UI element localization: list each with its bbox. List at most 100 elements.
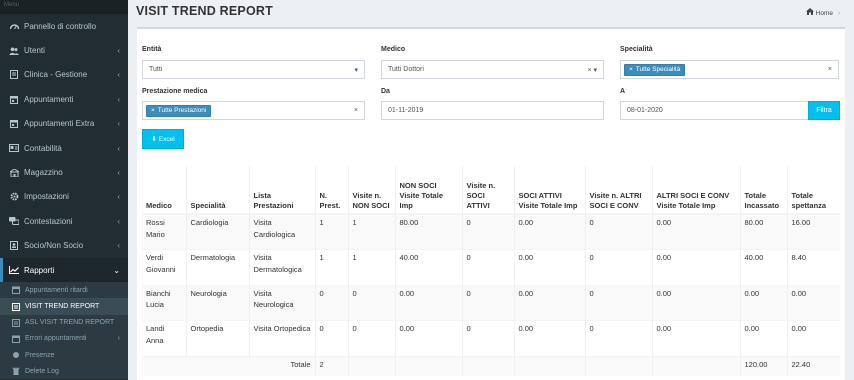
column-header[interactable]: Medico xyxy=(142,166,186,215)
calendar-icon xyxy=(8,95,20,104)
chevron-left-icon: ‹ xyxy=(117,70,120,80)
gear-icon xyxy=(8,192,20,201)
remove-tag-icon[interactable]: × xyxy=(629,66,633,73)
table-row: Rossi Mario Cardiologia Visita Cardiolog… xyxy=(142,213,840,250)
table-cell: 0 xyxy=(584,249,652,285)
filtra-button[interactable]: Filtra xyxy=(808,101,840,120)
column-header[interactable]: SOCI ATTIVI Visite Totale Imp xyxy=(513,166,585,215)
sidebar-item-socio[interactable]: Socio/Non Socio ‹ xyxy=(0,234,128,258)
specialita-multiselect[interactable]: × Tutte Specialità × xyxy=(620,60,839,79)
specialita-tag[interactable]: × Tutte Specialità xyxy=(624,63,686,76)
sidebar-item-magazzino[interactable]: Magazzino ‹ xyxy=(0,160,128,184)
table-cell: 0 xyxy=(461,320,514,356)
breadcrumb-home-label: Home xyxy=(815,10,834,17)
report-icon xyxy=(10,318,22,327)
sidebar-subitem-ritardi[interactable]: Appuntamenti ritardi xyxy=(0,282,128,298)
excel-button[interactable]: ⬇ Excel xyxy=(142,129,184,149)
sidebar-item-label: Contabilità xyxy=(24,143,62,153)
chat-icon xyxy=(8,217,20,226)
calendar-icon xyxy=(8,119,20,129)
table-row: Landi Anna Ortopedia Visita Ortopedica 0… xyxy=(142,320,840,356)
footer-total-prest: 2 xyxy=(314,355,348,376)
chevron-left-icon: ‹ xyxy=(117,335,120,343)
table-cell: 0.00 xyxy=(513,213,585,250)
sidebar-subitem-asl-visit-trend[interactable]: ASL VISIT TREND REPORT xyxy=(0,315,128,331)
users-icon xyxy=(8,47,20,55)
table-cell: 1 xyxy=(347,213,395,250)
column-header[interactable]: Totale spettanza xyxy=(786,166,840,215)
table-cell: 0 xyxy=(584,213,652,250)
chevron-left-icon: ‹ xyxy=(117,119,120,129)
calendar-icon xyxy=(10,335,22,343)
entita-value: Tutti xyxy=(149,66,163,73)
table-cell: Visita Ortopedica xyxy=(248,320,315,356)
breadcrumb[interactable]: Home › xyxy=(805,8,840,17)
accounting-icon xyxy=(8,144,20,153)
sidebar-subitem-visit-trend[interactable]: VISIT TREND REPORT xyxy=(0,298,128,315)
sidebar-subitem-delete-log[interactable]: Delete Log xyxy=(0,363,128,379)
specialita-tag-label: Tutte Specialità xyxy=(635,66,681,73)
sidebar-item-label: Appuntamenti Extra xyxy=(24,119,95,129)
chevron-left-icon: ‹ xyxy=(117,168,120,178)
sidebar-item-pannello[interactable]: Pannello di controllo xyxy=(0,14,128,38)
table-cell: Rossi Mario xyxy=(142,213,186,250)
chevron-left-icon: ‹ xyxy=(117,216,120,226)
sidebar-subitem-errori[interactable]: Errori appuntamenti ‹ xyxy=(0,331,128,347)
download-icon: ⬇ xyxy=(151,136,157,143)
sidebar-item-appuntamenti[interactable]: Appuntamenti ‹ xyxy=(0,87,128,111)
a-date-input[interactable]: 08-01-2020 xyxy=(620,101,809,120)
prestazione-multiselect[interactable]: × Tutte Prestazioni × xyxy=(142,101,365,120)
clear-dropdown-icon[interactable]: × ▾ xyxy=(587,66,597,74)
column-header[interactable]: Lista Prestazioni xyxy=(248,166,315,215)
table-cell: 1 xyxy=(314,249,348,285)
prestazione-tag[interactable]: × Tutte Prestazioni xyxy=(146,104,212,117)
footer-total-incassato: 120.00 xyxy=(739,355,787,376)
table-cell: 0.00 xyxy=(394,284,462,321)
column-header[interactable]: Visite n. NON SOCI xyxy=(347,166,395,215)
report-box: Entità Tutti ▾ Medico Tutti Dottori × ▾ … xyxy=(137,27,845,380)
menu-header: Menu xyxy=(0,0,128,14)
sidebar-item-label: Appuntamenti xyxy=(24,94,74,104)
table-cell: 0.00 xyxy=(651,284,740,321)
table-cell: 0 xyxy=(347,284,395,321)
sidebar-item-label: Utenti xyxy=(24,46,45,56)
table-cell: Verdi Giovanni xyxy=(142,249,186,285)
main-content: VISIT TREND REPORT Home › Entità Tutti ▾… xyxy=(128,0,854,380)
column-header[interactable]: N. Prest. xyxy=(314,166,348,215)
sidebar-subitem-label: Presenze xyxy=(25,351,55,359)
remove-tag-icon[interactable]: × xyxy=(151,107,155,114)
sidebar-item-label: Impostazioni xyxy=(24,192,69,202)
column-header[interactable]: Visite n. ALTRI SOCI E CONV xyxy=(584,166,652,215)
chevron-down-icon: ▾ xyxy=(354,66,358,74)
sidebar-item-utenti[interactable]: Utenti ‹ xyxy=(0,38,128,62)
column-header[interactable]: NON SOCI Visite Totale Imp xyxy=(394,166,462,215)
sidebar-item-contabilita[interactable]: Contabilità ‹ xyxy=(0,136,128,160)
sidebar-item-impostazioni[interactable]: Impostazioni ‹ xyxy=(0,185,128,209)
sidebar-subitem-presenze[interactable]: Presenze xyxy=(0,347,128,363)
column-header[interactable]: ALTRI SOCI E CONV Visite Totale Imp xyxy=(651,166,740,215)
column-header[interactable]: Specialità xyxy=(185,166,249,215)
sidebar-item-rapporti[interactable]: Rapporti ⌄ xyxy=(0,257,128,283)
da-date-input[interactable]: 01-11-2019 xyxy=(381,101,604,120)
page-title: VISIT TREND REPORT xyxy=(136,4,273,18)
breadcrumb-separator: › xyxy=(837,10,840,17)
table-row: Bianchi Lucia Neurologia Visita Neurolog… xyxy=(142,284,840,321)
table-cell: 0 xyxy=(461,249,514,285)
column-header[interactable]: Totale Incassato xyxy=(739,166,787,215)
column-header[interactable]: Visite n. SOCI ATTIVI xyxy=(461,166,514,215)
chevron-left-icon: ‹ xyxy=(117,143,120,153)
medico-select[interactable]: Tutti Dottori × ▾ xyxy=(381,60,604,79)
table-cell: 0.00 xyxy=(651,320,740,356)
table-cell: 0 xyxy=(461,284,514,321)
table-cell xyxy=(461,355,514,376)
sidebar-item-clinica[interactable]: Clinica - Gestione ‹ xyxy=(0,63,128,87)
sidebar: Menu Pannello di controllo Utenti ‹ Clin… xyxy=(0,0,128,380)
sidebar-item-contestazioni[interactable]: Contestazioni ‹ xyxy=(0,209,128,233)
entita-select[interactable]: Tutti ▾ xyxy=(142,60,365,79)
sidebar-item-appuntamenti-extra[interactable]: Appuntamenti Extra ‹ xyxy=(0,112,128,136)
clear-icon[interactable]: × xyxy=(828,66,832,73)
table-cell: 0 xyxy=(461,213,514,250)
table-cell: 0.00 xyxy=(513,284,585,321)
clear-icon[interactable]: × xyxy=(354,107,358,114)
delete-icon xyxy=(10,367,22,376)
